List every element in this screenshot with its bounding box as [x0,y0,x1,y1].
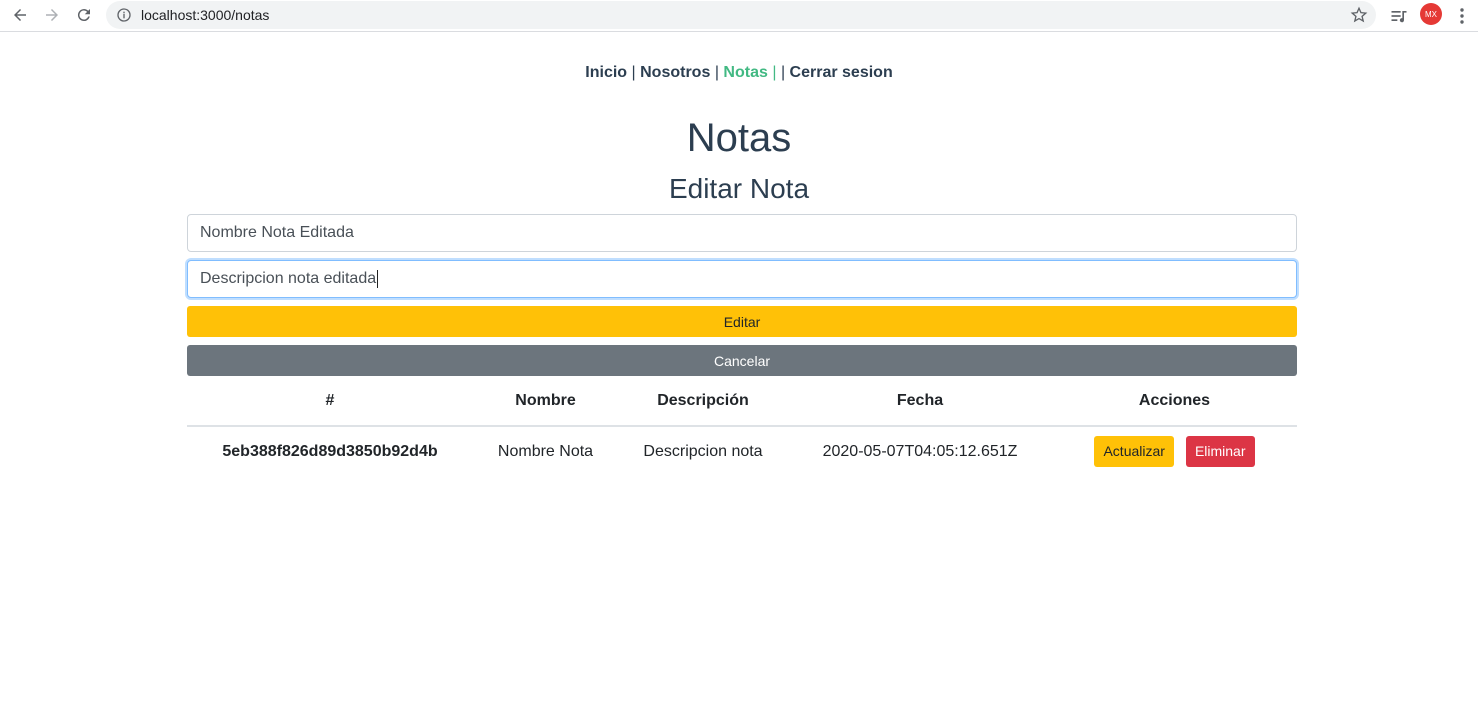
forward-button[interactable] [41,4,63,26]
note-date-cell: 2020-05-07T04:05:12.651Z [822,442,1018,460]
url-text: localhost:3000/notas [141,7,270,23]
cancel-button[interactable]: Cancelar [187,345,1297,376]
profile-avatar[interactable]: MX [1420,3,1442,25]
description-input-value: Descripcion nota editada [200,270,377,287]
note-actions-cell: Actualizar Eliminar [1052,426,1297,476]
description-input[interactable]: Descripcion nota editada [187,260,1297,298]
column-header-descripcion: Descripción [618,377,788,427]
edit-button[interactable]: Editar [187,306,1297,337]
column-header-fecha: Fecha [788,377,1052,427]
note-name-cell: Nombre Nota [497,442,594,460]
back-button[interactable] [9,4,31,26]
nav-link-nosotros[interactable]: Nosotros [640,64,710,81]
text-caret [377,270,379,288]
column-header-id: # [187,377,473,427]
table-header-row: # Nombre Descripción Fecha Acciones [187,377,1297,427]
address-bar[interactable]: localhost:3000/notas [106,1,1376,29]
media-queue-icon[interactable] [1389,6,1409,26]
name-input-value: Nombre Nota Editada [200,224,354,241]
name-input[interactable]: Nombre Nota Editada [187,214,1297,252]
arrow-right-icon [46,9,58,21]
nav-separator: | [780,64,786,81]
reload-button[interactable] [73,4,95,26]
reload-icon [77,9,90,22]
page-title: Notas [686,116,792,160]
arrow-left-icon [14,9,26,21]
nav-separator: | [772,64,777,81]
page-subtitle: Editar Nota [668,173,810,204]
note-id-cell: 5eb388f826d89d3850b92d4b [222,442,438,460]
notes-table: # Nombre Descripción Fecha Acciones 5eb3… [187,377,1297,476]
note-description-cell: Descripcion nota [643,442,763,460]
column-header-nombre: Nombre [473,377,618,427]
table-row: 5eb388f826d89d3850b92d4b Nombre Nota Des… [187,426,1297,476]
browser-toolbar: localhost:3000/notas MX [0,0,1478,32]
delete-note-button[interactable]: Eliminar [1185,436,1255,467]
main-nav: Inicio | Nosotros | Notas | | Cerrar ses… [0,64,1478,82]
update-note-button[interactable]: Actualizar [1094,436,1174,467]
nav-separator: | [714,64,719,81]
nav-link-notas[interactable]: Notas [723,64,767,81]
nav-separator: | [631,64,636,81]
more-menu-icon[interactable] [1457,6,1467,26]
bookmark-star-icon[interactable] [1350,6,1368,24]
info-icon[interactable] [116,7,132,23]
column-header-acciones: Acciones [1052,377,1297,427]
nav-link-inicio[interactable]: Inicio [585,64,627,81]
nav-link-cerrar-sesion[interactable]: Cerrar sesion [790,64,893,81]
